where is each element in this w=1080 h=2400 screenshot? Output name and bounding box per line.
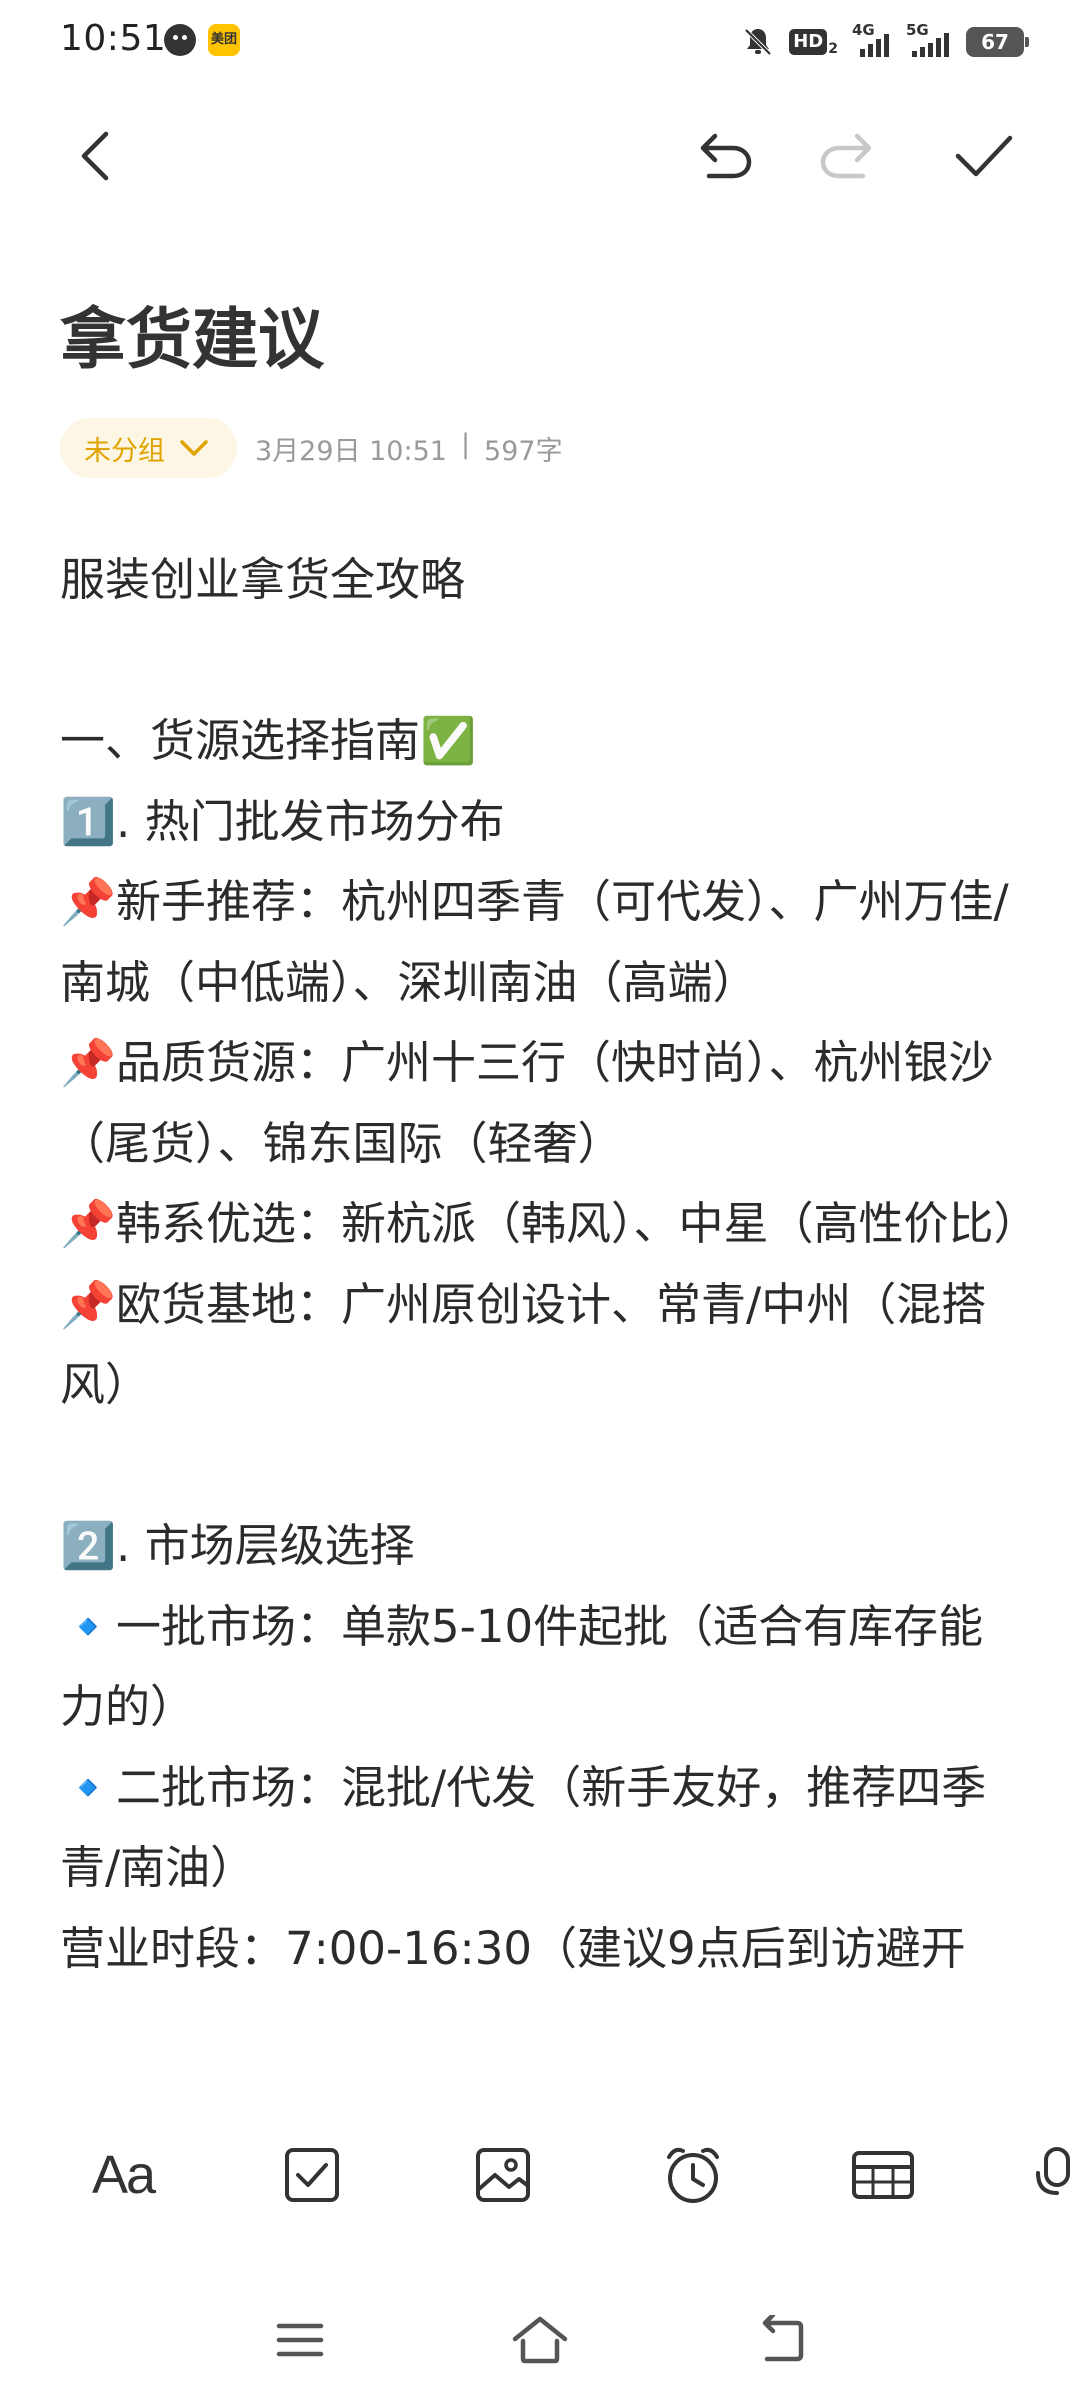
voice-input-button[interactable] [1030,2130,1080,2220]
text-format-button[interactable]: Aa [78,2130,168,2220]
note-line: 📌韩系优选：新杭派（韩风）、中星（高性价比） [60,1197,1020,1250]
back-button[interactable] [60,120,132,192]
table-icon [852,2151,914,2199]
note-toolbar [0,100,1080,210]
redo-button[interactable] [815,120,887,192]
check-icon [955,135,1013,177]
redo-icon [820,133,872,179]
checklist-button[interactable] [267,2130,357,2220]
edit-toolbar: Aa [0,2090,1080,2260]
note-line: 🔹一批市场：单款5-10件起批（适合有库存能力的） [60,1599,984,1734]
note-meta: 未分组 3月29日 10:51 | 597字 [60,418,563,478]
microphone-icon [1036,2147,1070,2195]
network-4g-label: 4G [852,21,875,39]
app-notification-icon [164,24,196,56]
mute-bell-icon [741,25,775,59]
note-line: 📌新手推荐：杭州四季青（可代发）、广州万佳/南城（中低端）、深圳南油（高端） [60,875,1009,1009]
reminder-button[interactable] [648,2130,738,2220]
chevron-left-icon [81,131,109,181]
system-navigation-bar [0,2280,1080,2400]
hd-voice-icon: HD 2 [789,27,838,57]
home-icon [512,2316,568,2364]
word-count: 597字 [484,435,563,467]
format-icon: Aa [91,2145,156,2205]
note-line: 服装创业拿货全攻略 [60,553,466,606]
done-button[interactable] [948,120,1020,192]
insert-table-button[interactable] [838,2130,928,2220]
signal-5g-icon: 5G [906,21,952,59]
meituan-notification-icon: 美团 [208,24,240,56]
note-line: 📌欧货基地：广州原创设计、常青/中州（混搭风） [60,1277,987,1412]
undo-button[interactable] [685,120,757,192]
signal-4g-icon: 4G [852,21,892,59]
insert-image-button[interactable] [458,2130,548,2220]
battery-icon: 67 [966,27,1029,57]
undo-icon [700,133,752,179]
note-line: 一、货源选择指南✅ [60,714,477,767]
recent-apps-button[interactable] [260,2300,340,2380]
group-selector[interactable]: 未分组 [60,418,237,478]
note-line-blank [60,1426,1020,1507]
menu-icon [276,2323,324,2357]
note-line: 2️⃣. 市场层级选择 [60,1519,415,1572]
meta-separator: | [460,428,471,460]
network-5g-label: 5G [906,21,929,39]
note-title[interactable]: 拿货建议 [60,300,324,380]
back-icon [762,2315,804,2362]
note-line: 🔹二批市场：混批/代发（新手友好，推荐四季青/南油） [60,1760,987,1895]
body-fade-overlay [0,2040,1080,2090]
note-line-blank [60,621,1020,702]
status-indicators: HD 2 4G 5G 67 [741,21,1029,62]
note-line: 1️⃣. 热门批发市场分布 [60,794,505,848]
home-button[interactable] [500,2300,580,2380]
chevron-down-icon [180,440,208,456]
group-label: 未分组 [84,435,165,467]
note-body-editor[interactable]: 服装创业拿货全攻略 一、货源选择指南✅ 1️⃣. 热门批发市场分布 📌新手推荐：… [60,540,1020,2080]
hd-badge-label: HD [789,29,828,55]
status-bar: 10:51 美团 HD 2 4G 5G 67 [0,0,1080,84]
alarm-clock-icon [667,2147,719,2203]
note-line: 📌品质货源：广州十三行（快时尚）、杭州银沙（尾货）、锦东国际（轻奢） [60,1036,994,1170]
system-back-button[interactable] [740,2300,820,2380]
note-meta-info: 3月29日 10:51 | 597字 [255,429,563,468]
note-line: 营业时段：7:00-16:30（建议9点后到访避开 [60,1921,966,1975]
status-time: 10:51 [60,18,167,59]
note-date: 3月29日 10:51 [255,435,447,467]
image-icon [476,2148,530,2202]
checklist-icon [285,2148,339,2202]
